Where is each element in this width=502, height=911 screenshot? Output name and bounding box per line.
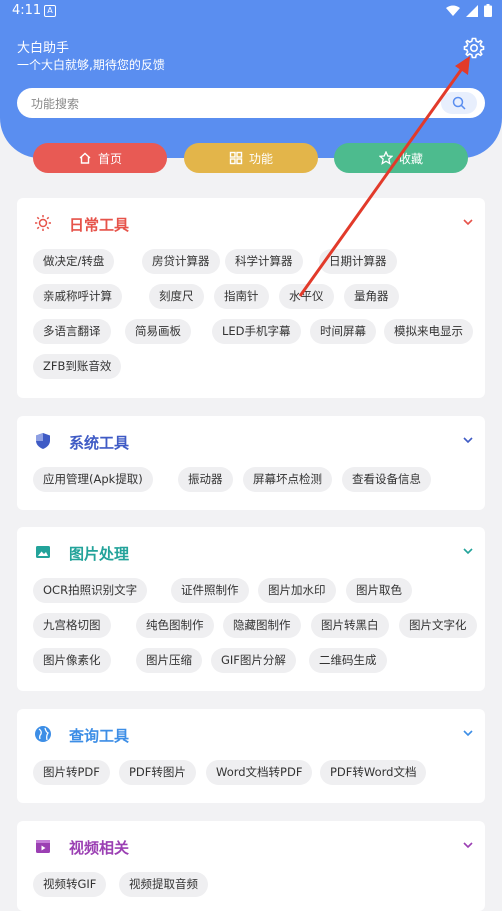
settings-button[interactable] [462,36,486,60]
nav-favorites-label: 收藏 [398,151,423,166]
chevron-down-icon [463,219,473,226]
section-query-tools: 查询工具 图片转PDF PDF转图片 Word文档转PDF PDF转Word文档 [17,709,485,803]
chevron-down-icon [463,730,473,737]
grid-icon [229,151,243,165]
section-header-video-tools[interactable]: 视频相关 [17,821,485,871]
tool-color-picker[interactable]: 图片取色 [346,578,412,603]
tool-pixelate[interactable]: 图片像素化 [33,648,111,673]
tool-pdf-to-image[interactable]: PDF转图片 [119,760,196,785]
section-image-tools: 图片处理 OCR拍照识别文字 证件照制作 图片加水印 图片取色 九宫格切图 纯色… [17,527,485,691]
tool-led-subtitle[interactable]: LED手机字幕 [212,319,301,344]
tool-video-to-gif[interactable]: 视频转GIF [33,872,107,897]
search-input[interactable] [29,93,443,115]
tool-compass[interactable]: 指南针 [214,284,269,309]
tool-ruler[interactable]: 刻度尺 [149,284,204,309]
tool-sketchpad[interactable]: 简易画板 [125,319,191,344]
chevron-down-icon [463,842,473,849]
tool-level[interactable]: 水平仪 [279,284,334,309]
tool-translator[interactable]: 多语言翻译 [33,319,111,344]
home-icon [79,152,91,164]
section-title-image-tools: 图片处理 [69,545,130,563]
section-title-query-tools: 查询工具 [69,727,130,745]
search-button[interactable] [441,92,477,114]
tool-nine-grid[interactable]: 九宫格切图 [33,613,111,638]
search-bar [17,88,485,118]
section-header-daily-tools[interactable]: 日常工具 [17,198,485,248]
nav-functions-button[interactable]: 功能 [184,143,318,173]
tool-ocr[interactable]: OCR拍照识别文字 [33,578,148,603]
section-daily-tools: 日常工具 做决定/转盘 房贷计算器 科学计算器 日期计算器 亲戚称呼计算 刻度尺… [17,198,485,398]
tool-relative-address-calculator[interactable]: 亲戚称呼计算 [33,284,122,309]
nav-home-button[interactable]: 首页 [33,143,167,173]
section-header-image-tools[interactable]: 图片处理 [17,527,485,577]
nav-home-label: 首页 [97,151,122,166]
status-time: 4:11 [12,3,42,18]
section-video-tools: 视频相关 视频转GIF 视频提取音频 [17,821,485,911]
shield-icon [36,433,50,449]
section-system-tools: 系统工具 应用管理(Apk提取) 振动器 屏幕坏点检测 查看设备信息 [17,416,485,510]
tool-black-white[interactable]: 图片转黑白 [311,613,389,638]
tool-watermark[interactable]: 图片加水印 [258,578,336,603]
section-header-query-tools[interactable]: 查询工具 [17,709,485,759]
tool-image-to-pdf[interactable]: 图片转PDF [33,760,110,785]
tool-protractor[interactable]: 量角器 [344,284,399,309]
tool-app-manager[interactable]: 应用管理(Apk提取) [33,467,153,492]
tool-fake-incoming-call[interactable]: 模拟来电显示 [384,319,473,344]
section-title-system-tools: 系统工具 [69,434,130,452]
gear-icon [463,37,485,59]
globe-icon [35,726,51,742]
app-subtitle: 一个大白就够,期待您的反馈 [17,58,165,72]
tool-decision-wheel[interactable]: 做决定/转盘 [33,249,115,274]
tool-time-screen[interactable]: 时间屏幕 [310,319,376,344]
section-header-system-tools[interactable]: 系统工具 [17,416,485,466]
tool-word-to-pdf[interactable]: Word文档转PDF [206,760,313,785]
tool-extract-audio[interactable]: 视频提取音频 [119,872,208,897]
tool-qr-generator[interactable]: 二维码生成 [309,648,387,673]
tool-compress-image[interactable]: 图片压缩 [136,648,202,673]
tool-vibrator[interactable]: 振动器 [178,467,233,492]
status-bar: 4:11 A [0,0,502,22]
notification-a-icon: A [44,5,56,17]
signal-icon [466,4,478,17]
wifi-icon [446,5,460,16]
tool-pdf-to-word[interactable]: PDF转Word文档 [320,760,427,785]
header-banner [0,0,502,158]
nav-functions-label: 功能 [248,151,273,166]
tool-id-photo[interactable]: 证件照制作 [171,578,249,603]
tool-mortgage-calculator[interactable]: 房贷计算器 [142,249,220,274]
image-icon [36,546,50,558]
section-title-video-tools: 视频相关 [69,839,130,857]
app-title: 大白助手 [17,41,70,56]
battery-icon [484,4,492,17]
search-icon [452,96,466,110]
sun-icon [35,215,51,231]
chevron-down-icon [463,437,473,444]
tool-zfb-payment-sound[interactable]: ZFB到账音效 [33,354,122,379]
tool-hidden-image[interactable]: 隐藏图制作 [223,613,301,638]
star-icon [378,151,393,165]
section-title-daily-tools: 日常工具 [69,216,130,234]
tool-scientific-calculator[interactable]: 科学计算器 [225,249,303,274]
tool-device-info[interactable]: 查看设备信息 [342,467,431,492]
chevron-down-icon [463,548,473,555]
tool-image-to-text-art[interactable]: 图片文字化 [399,613,477,638]
tool-dead-pixel-test[interactable]: 屏幕坏点检测 [243,467,332,492]
tool-gif-split[interactable]: GIF图片分解 [211,648,296,673]
tool-date-calculator[interactable]: 日期计算器 [319,249,397,274]
tool-solid-color-image[interactable]: 纯色图制作 [136,613,214,638]
nav-favorites-button[interactable]: 收藏 [334,143,468,173]
video-box-icon [36,840,50,853]
